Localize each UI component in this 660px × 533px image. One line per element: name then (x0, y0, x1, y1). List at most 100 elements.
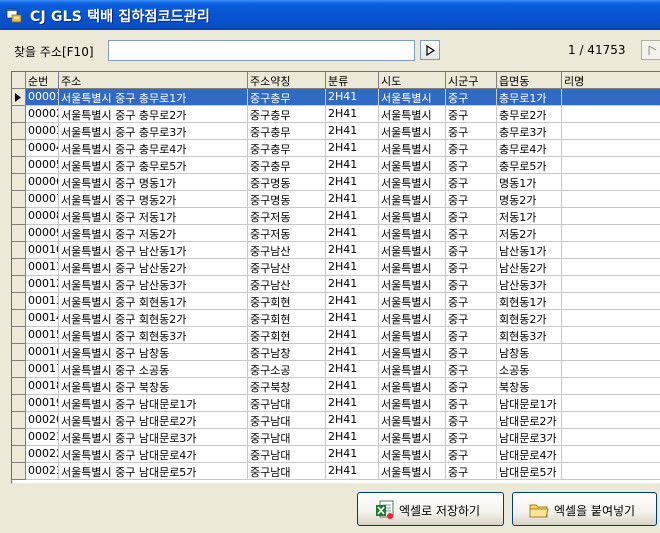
cell-class[interactable]: 2H41 (326, 208, 379, 225)
cell-address[interactable]: 서울특별시 중구 충무로1가 (59, 89, 248, 106)
cell-short[interactable]: 중구남산 (248, 276, 326, 293)
cell-eupmyeondong[interactable]: 명동1가 (497, 174, 562, 191)
cell-ri[interactable] (562, 123, 660, 140)
cell-class[interactable]: 2H41 (326, 157, 379, 174)
table-row[interactable]: 00006서울특별시 중구 명동1가중구명동2H41서울특별시중구명동1가 (12, 174, 660, 191)
row-selector[interactable] (12, 344, 26, 361)
cell-address[interactable]: 서울특별시 중구 남대문로5가 (59, 463, 248, 480)
cell-class[interactable]: 2H41 (326, 361, 379, 378)
cell-address[interactable]: 서울특별시 중구 남산동2가 (59, 259, 248, 276)
cell-sido[interactable]: 서울특별시 (379, 242, 446, 259)
cell-address[interactable]: 서울특별시 중구 회현동2가 (59, 310, 248, 327)
cell-class[interactable]: 2H41 (326, 327, 379, 344)
cell-short[interactable]: 중구남대 (248, 429, 326, 446)
cell-sido[interactable]: 서울특별시 (379, 174, 446, 191)
header-col-sido[interactable]: 시도 (379, 72, 446, 89)
table-row[interactable]: 00001서울특별시 중구 충무로1가중구충무2H41서울특별시중구충무로1가 (12, 89, 660, 106)
cell-seq[interactable]: 00020 (26, 412, 59, 429)
cell-ri[interactable] (562, 174, 660, 191)
cell-eupmyeondong[interactable]: 충무로2가 (497, 106, 562, 123)
cell-ri[interactable] (562, 276, 660, 293)
cell-class[interactable]: 2H41 (326, 378, 379, 395)
cell-short[interactable]: 중구충무 (248, 123, 326, 140)
row-selector[interactable] (12, 89, 26, 106)
row-selector[interactable] (12, 327, 26, 344)
cell-eupmyeondong[interactable]: 남대문로3가 (497, 429, 562, 446)
cell-sigungu[interactable]: 중구 (446, 191, 497, 208)
table-row[interactable]: 00002서울특별시 중구 충무로2가중구충무2H41서울특별시중구충무로2가 (12, 106, 660, 123)
cell-seq[interactable]: 00006 (26, 174, 59, 191)
cell-short[interactable]: 중구북창 (248, 378, 326, 395)
cell-seq[interactable]: 00017 (26, 361, 59, 378)
cell-ri[interactable] (562, 293, 660, 310)
cell-address[interactable]: 서울특별시 중구 충무로3가 (59, 123, 248, 140)
cell-eupmyeondong[interactable]: 명동2가 (497, 191, 562, 208)
cell-short[interactable]: 중구회현 (248, 293, 326, 310)
header-col-eupmyeondong[interactable]: 읍면동 (497, 72, 562, 89)
cell-sido[interactable]: 서울특별시 (379, 123, 446, 140)
cell-eupmyeondong[interactable]: 충무로4가 (497, 140, 562, 157)
cell-eupmyeondong[interactable]: 남대문로1가 (497, 395, 562, 412)
table-row[interactable]: 00014서울특별시 중구 회현동2가중구회현2H41서울특별시중구회현동2가 (12, 310, 660, 327)
cell-eupmyeondong[interactable]: 남대문로5가 (497, 463, 562, 480)
cell-ri[interactable] (562, 208, 660, 225)
cell-address[interactable]: 서울특별시 중구 남대문로4가 (59, 446, 248, 463)
row-selector[interactable] (12, 242, 26, 259)
row-selector[interactable] (12, 259, 26, 276)
cell-seq[interactable]: 00004 (26, 140, 59, 157)
cell-sido[interactable]: 서울특별시 (379, 429, 446, 446)
cell-class[interactable]: 2H41 (326, 395, 379, 412)
cell-address[interactable]: 서울특별시 중구 소공동 (59, 361, 248, 378)
cell-seq[interactable]: 00019 (26, 395, 59, 412)
cell-ri[interactable] (562, 242, 660, 259)
cell-sigungu[interactable]: 중구 (446, 429, 497, 446)
cell-ri[interactable] (562, 157, 660, 174)
cell-seq[interactable]: 00008 (26, 208, 59, 225)
cell-ri[interactable] (562, 191, 660, 208)
cell-short[interactable]: 중구남창 (248, 344, 326, 361)
cell-class[interactable]: 2H41 (326, 123, 379, 140)
cell-class[interactable]: 2H41 (326, 140, 379, 157)
cell-seq[interactable]: 00011 (26, 259, 59, 276)
row-selector[interactable] (12, 140, 26, 157)
cell-address[interactable]: 서울특별시 중구 명동2가 (59, 191, 248, 208)
table-row[interactable]: 00018서울특별시 중구 북창동중구북창2H41서울특별시중구북창동 (12, 378, 660, 395)
cell-address[interactable]: 서울특별시 중구 충무로5가 (59, 157, 248, 174)
cell-sido[interactable]: 서울특별시 (379, 378, 446, 395)
cell-short[interactable]: 중구남산 (248, 259, 326, 276)
cell-short[interactable]: 중구남산 (248, 242, 326, 259)
cell-sigungu[interactable]: 중구 (446, 123, 497, 140)
cell-short[interactable]: 중구회현 (248, 310, 326, 327)
cell-short[interactable]: 중구회현 (248, 327, 326, 344)
cell-seq[interactable]: 00018 (26, 378, 59, 395)
cell-seq[interactable]: 00023 (26, 463, 59, 480)
cell-class[interactable]: 2H41 (326, 259, 379, 276)
cell-short[interactable]: 중구저동 (248, 208, 326, 225)
row-selector[interactable] (12, 429, 26, 446)
cell-sigungu[interactable]: 중구 (446, 106, 497, 123)
cell-class[interactable]: 2H41 (326, 293, 379, 310)
cell-short[interactable]: 중구소공 (248, 361, 326, 378)
cell-short[interactable]: 중구남대 (248, 463, 326, 480)
table-row[interactable]: 00015서울특별시 중구 회현동3가중구회현2H41서울특별시중구회현동3가 (12, 327, 660, 344)
row-selector[interactable] (12, 225, 26, 242)
cell-sido[interactable]: 서울특별시 (379, 327, 446, 344)
table-row[interactable]: 00010서울특별시 중구 남산동1가중구남산2H41서울특별시중구남산동1가 (12, 242, 660, 259)
cell-short[interactable]: 중구남대 (248, 412, 326, 429)
cell-seq[interactable]: 00022 (26, 446, 59, 463)
cell-seq[interactable]: 00015 (26, 327, 59, 344)
cell-seq[interactable]: 00003 (26, 123, 59, 140)
cell-address[interactable]: 서울특별시 중구 남대문로1가 (59, 395, 248, 412)
cell-class[interactable]: 2H41 (326, 106, 379, 123)
cell-sido[interactable]: 서울특별시 (379, 463, 446, 480)
cell-ri[interactable] (562, 378, 660, 395)
cell-address[interactable]: 서울특별시 중구 남산동1가 (59, 242, 248, 259)
cell-short[interactable]: 중구충무 (248, 140, 326, 157)
address-grid[interactable]: 순번주소주소약칭분류시도시군구읍면동리명 00001서울특별시 중구 충무로1가… (11, 71, 660, 484)
cell-eupmyeondong[interactable]: 남창동 (497, 344, 562, 361)
cell-sido[interactable]: 서울특별시 (379, 344, 446, 361)
cell-sigungu[interactable]: 중구 (446, 89, 497, 106)
cell-sido[interactable]: 서울특별시 (379, 276, 446, 293)
row-selector[interactable] (12, 191, 26, 208)
search-input[interactable] (108, 40, 415, 61)
